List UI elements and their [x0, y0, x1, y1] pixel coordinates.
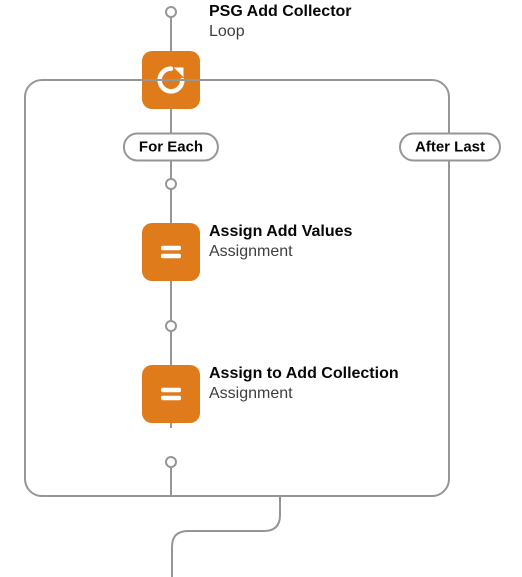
- loop-container: [24, 79, 450, 497]
- connector-line: [170, 468, 172, 496]
- connector-dot: [165, 320, 177, 332]
- assignment-node-2-title: Assign to Add Collection: [209, 364, 399, 384]
- branch-foreach-chip[interactable]: For Each: [123, 133, 219, 162]
- assignment-node-1-label: Assign Add Values Assignment: [209, 222, 352, 262]
- connector-dot: [165, 456, 177, 468]
- assignment-node-1[interactable]: [142, 223, 200, 281]
- assignment-node-2-label: Assign to Add Collection Assignment: [209, 364, 399, 404]
- connector-line: [170, 18, 172, 54]
- loop-node-title: PSG Add Collector: [209, 2, 352, 22]
- loop-node-label: PSG Add Collector Loop: [209, 2, 352, 42]
- assignment-node-2-subtitle: Assignment: [209, 384, 399, 404]
- assignment-node-1-title: Assign Add Values: [209, 222, 352, 242]
- assignment-node-1-subtitle: Assignment: [209, 242, 352, 262]
- connector-dot: [165, 178, 177, 190]
- equals-icon: [156, 379, 186, 409]
- flow-canvas: PSG Add Collector Loop For Each After La…: [0, 0, 522, 574]
- assignment-node-2[interactable]: [142, 365, 200, 423]
- loop-node-subtitle: Loop: [209, 22, 352, 42]
- equals-icon: [156, 237, 186, 267]
- connector-dot: [165, 6, 177, 18]
- exit-connector: [170, 497, 300, 577]
- branch-afterlast-chip[interactable]: After Last: [399, 133, 501, 162]
